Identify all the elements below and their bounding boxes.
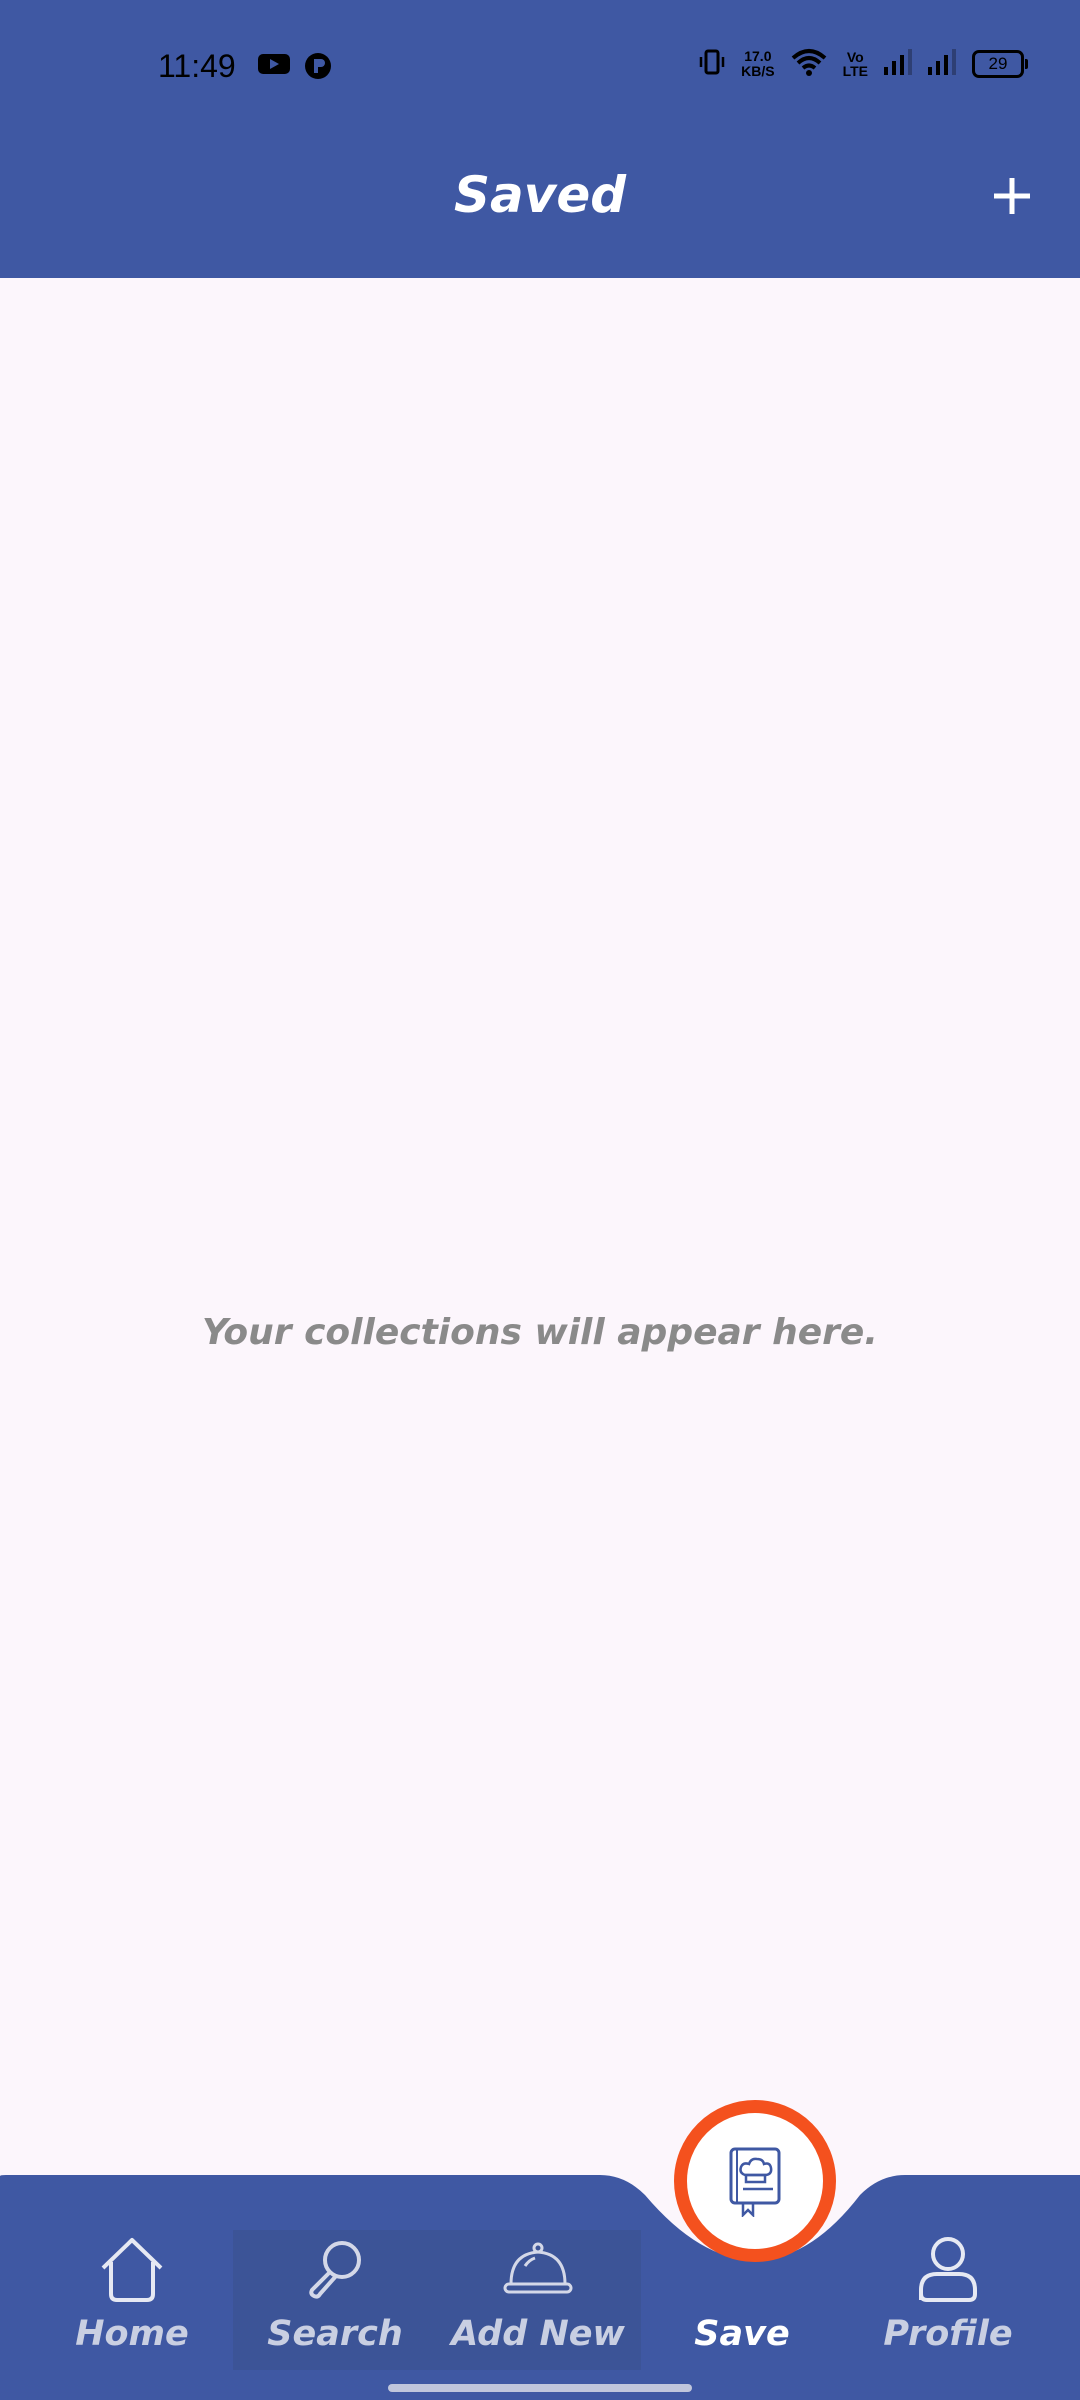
network-speed: 17.0 KB/S (741, 49, 774, 79)
battery-icon: 29 (972, 50, 1028, 78)
app-notification-icon (304, 52, 332, 84)
save-fab-button[interactable] (674, 2100, 836, 2262)
wifi-icon (791, 48, 827, 80)
app-bar: Saved (0, 138, 1080, 278)
nav-label-home: Home (75, 2314, 189, 2354)
cloche-icon (503, 2242, 573, 2294)
net-speed-value: 17.0 (744, 48, 772, 64)
status-bar: 11:49 17.0 KB/S Vo LTE 29 (0, 0, 1080, 138)
empty-state-message: Your collections will appear here. (202, 1312, 878, 1353)
home-icon (101, 2238, 163, 2302)
net-speed-unit: KB/S (741, 63, 775, 79)
battery-level: 29 (988, 54, 1008, 73)
nav-label-save: Save (694, 2314, 790, 2354)
recipe-book-icon (729, 2147, 781, 2217)
nav-label-search: Search (267, 2314, 403, 2354)
volte-top: Vo (846, 49, 864, 65)
vibrate-icon (699, 48, 725, 80)
volte-bottom: LTE (842, 63, 868, 79)
bottom-navigation: Home Search Add New Save Profile (0, 2160, 1080, 2400)
signal-icon (884, 49, 912, 79)
profile-icon (919, 2237, 977, 2302)
nav-item-profile[interactable]: Profile (848, 2234, 1048, 2384)
nav-label-profile: Profile (883, 2314, 1013, 2354)
youtube-icon (258, 52, 290, 84)
nav-item-search[interactable]: Search (235, 2234, 435, 2384)
add-collection-button[interactable] (990, 174, 1034, 218)
status-time: 11:49 (158, 48, 236, 84)
nav-item-home[interactable]: Home (32, 2234, 232, 2384)
nav-label-add-new: Add New (451, 2314, 625, 2354)
nav-item-add-new[interactable]: Add New (438, 2234, 638, 2384)
home-indicator[interactable] (388, 2384, 692, 2392)
signal-icon (928, 49, 956, 79)
page-title: Saved (453, 166, 627, 224)
volte-icon: Vo LTE (843, 50, 868, 78)
search-icon (309, 2241, 361, 2299)
plus-icon (994, 178, 1030, 214)
